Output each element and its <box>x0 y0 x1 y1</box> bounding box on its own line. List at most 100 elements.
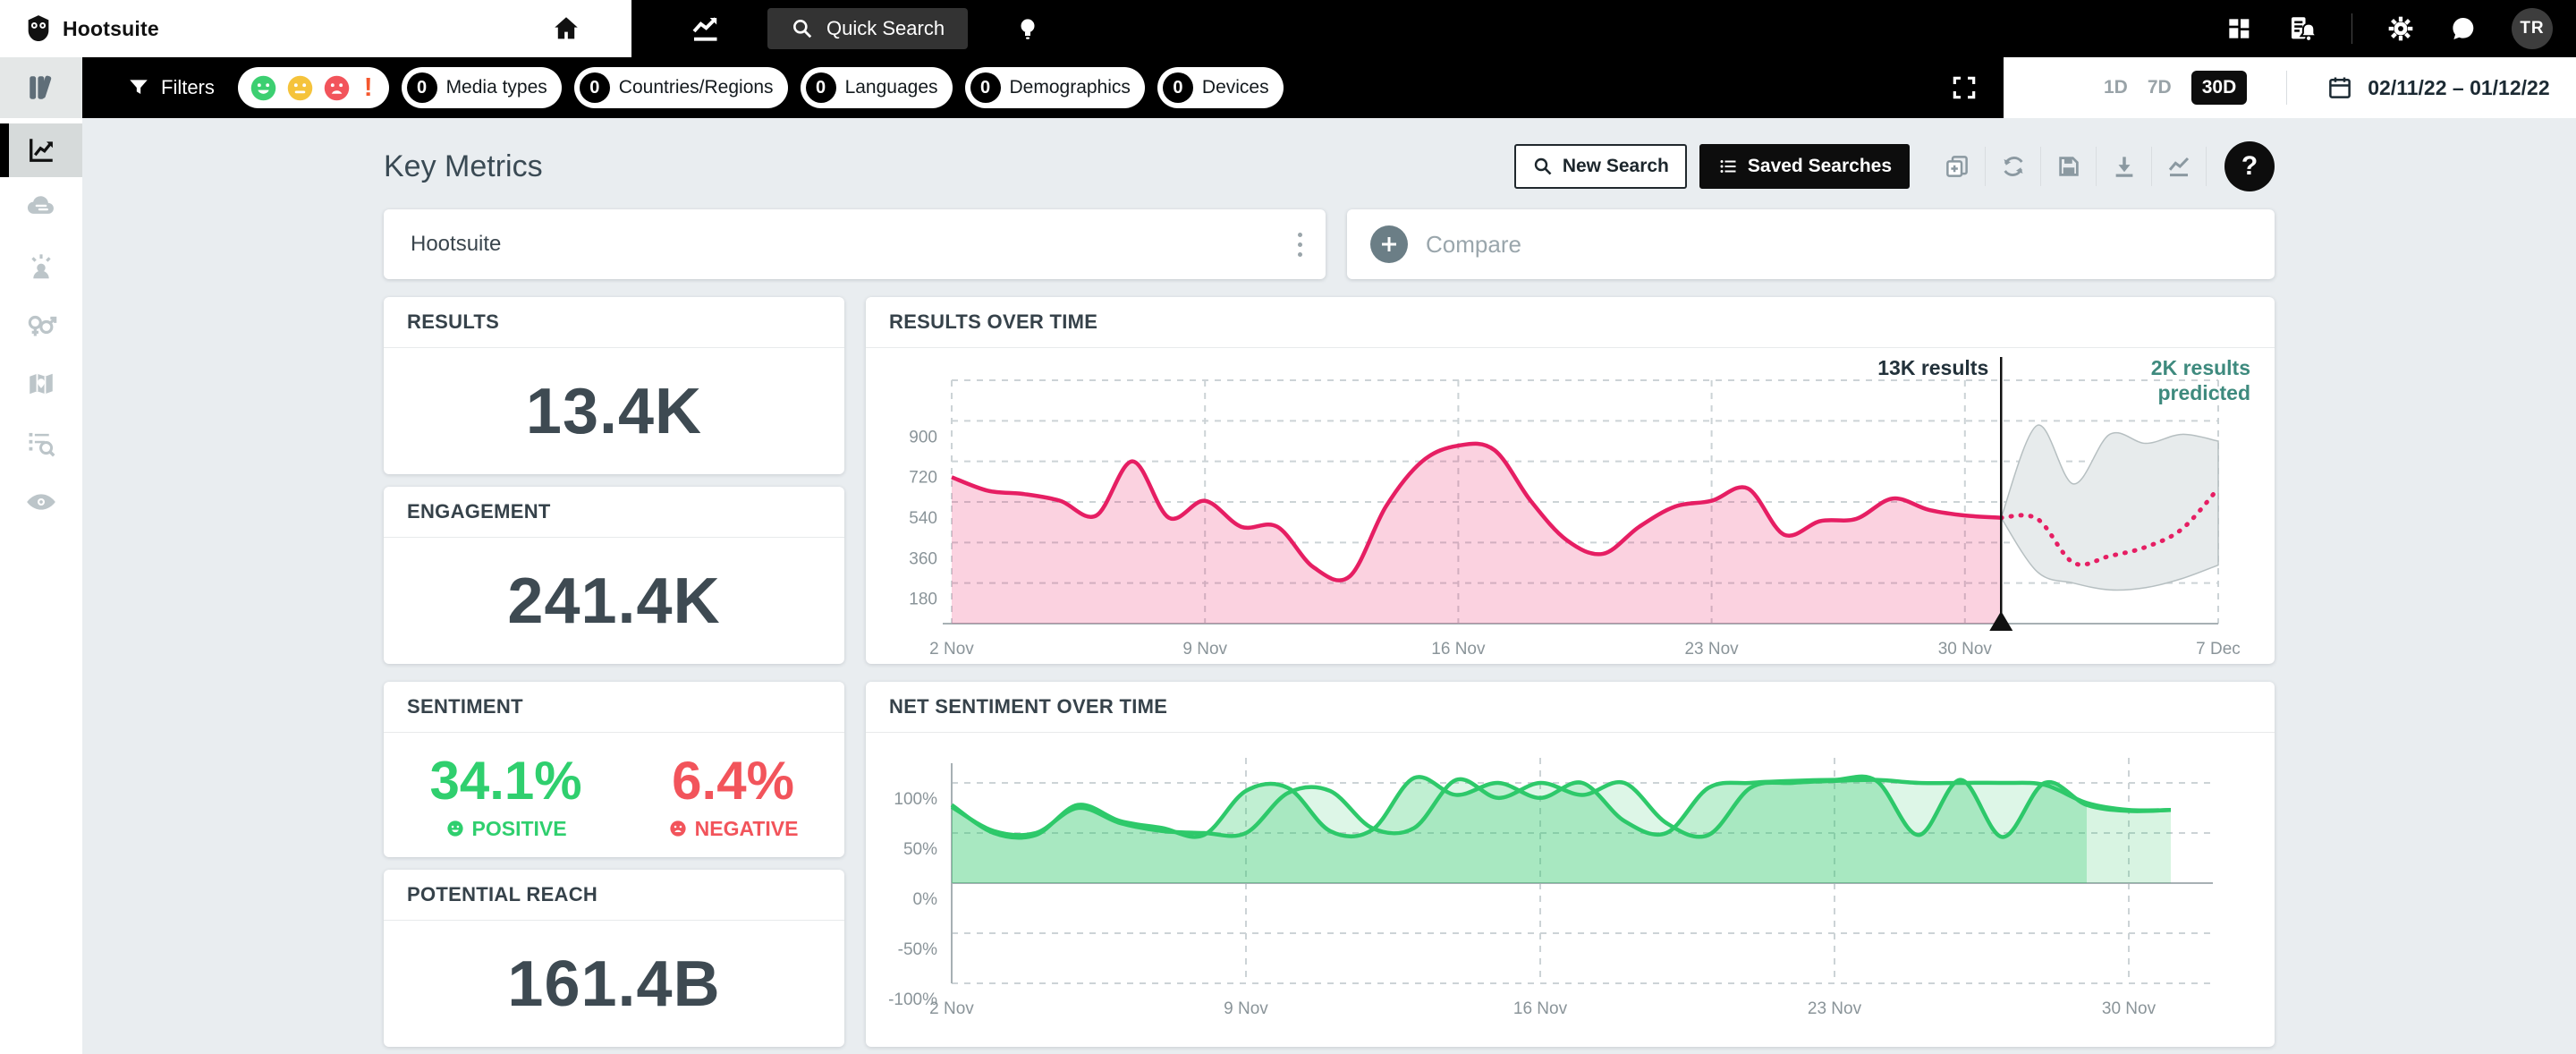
range-option-7d[interactable]: 7D <box>2148 77 2172 98</box>
refresh-button[interactable] <box>1985 147 2040 186</box>
topbar-dark-section: Quick Search TR <box>631 0 2576 57</box>
svg-text:13K results: 13K results <box>1877 356 1988 379</box>
sentiment-positive: 34.1% POSITIVE <box>429 750 581 841</box>
sidebar-item-influencers[interactable] <box>0 236 82 295</box>
gender-icon <box>23 307 59 343</box>
filter-chip-devices[interactable]: 0 Devices <box>1157 67 1284 108</box>
search-icon <box>791 17 814 40</box>
toolbar-icon-strip <box>1929 147 2207 186</box>
sidebar-item-library[interactable] <box>0 57 82 118</box>
fullscreen-icon[interactable] <box>1950 73 1979 102</box>
add-to-board-button[interactable] <box>1929 147 1985 186</box>
calendar-icon[interactable] <box>2326 74 2353 101</box>
svg-text:7 Dec: 7 Dec <box>2196 640 2241 659</box>
exclamation-icon: ! <box>363 72 373 102</box>
svg-text:720: 720 <box>909 469 937 488</box>
chip-count-badge: 0 <box>406 72 437 103</box>
svg-text:2 Nov: 2 Nov <box>929 999 974 1018</box>
sidebar-item-monitor[interactable] <box>0 472 82 531</box>
svg-text:30 Nov: 30 Nov <box>2102 999 2157 1018</box>
svg-text:180: 180 <box>909 591 937 609</box>
new-search-button[interactable]: New Search <box>1513 144 1687 189</box>
notifications-icon[interactable] <box>2287 13 2318 44</box>
search-query-box[interactable]: Hootsuite <box>384 209 1326 279</box>
search-query-text[interactable]: Hootsuite <box>411 232 1292 257</box>
range-option-30d-selected[interactable]: 30D <box>2190 71 2248 105</box>
sentiment-filter-pill[interactable]: ! <box>237 67 389 108</box>
sidebar-item-word-cloud[interactable] <box>0 177 82 236</box>
svg-text:-50%: -50% <box>898 940 937 959</box>
chip-count-badge: 0 <box>970 72 1001 103</box>
sidebar-item-key-metrics[interactable] <box>0 123 82 177</box>
time-range-panel: 1D 7D 30D 02/11/22 – 01/12/22 <box>2004 57 2576 118</box>
neutral-face-icon <box>285 73 315 103</box>
engagement-card: ENGAGEMENT 241.4K <box>384 487 844 664</box>
plus-circle-icon <box>1370 225 1408 263</box>
filters-button[interactable]: Filters <box>127 76 215 99</box>
svg-text:540: 540 <box>909 509 937 528</box>
svg-text:360: 360 <box>909 549 937 568</box>
chip-count-badge: 0 <box>579 72 610 103</box>
svg-text:50%: 50% <box>903 840 937 859</box>
results-over-time-chart: 180 360 540 720 900 2 Nov 9 Nov 16 Nov 23 Nov 30 … <box>909 356 2250 659</box>
download-button[interactable] <box>2096 147 2151 186</box>
happy-face-icon <box>249 73 278 103</box>
results-over-time-title: RESULTS OVER TIME <box>866 297 2275 348</box>
net-sentiment-over-time-chart: 100%50%0%-50%-100%2 Nov 9 Nov 16 Nov 23 Nov… <box>888 758 2213 1018</box>
help-button[interactable]: ? <box>2224 141 2275 191</box>
date-range[interactable]: 02/11/22 – 01/12/22 <box>2368 76 2549 100</box>
results-card-title: RESULTS <box>384 297 844 348</box>
positive-label: POSITIVE <box>471 816 567 840</box>
negative-label: NEGATIVE <box>694 816 799 840</box>
sentiment-negative: 6.4% NEGATIVE <box>668 750 799 841</box>
search-icon <box>1532 156 1554 177</box>
sidebar-item-demographics[interactable] <box>0 295 82 354</box>
page-actions: New Search Saved Searches ? <box>1513 141 2275 191</box>
hootsuite-logo[interactable]: Hootsuite <box>23 13 159 44</box>
save-button[interactable] <box>2040 147 2096 186</box>
apps-grid-icon[interactable] <box>2224 14 2253 43</box>
topbar-divider <box>2351 13 2352 44</box>
sidebar-item-themes[interactable] <box>0 413 82 472</box>
word-cloud-icon <box>24 190 58 224</box>
topbar-right-icons: TR <box>2224 8 2576 49</box>
chat-icon[interactable] <box>2449 14 2478 43</box>
saved-searches-button[interactable]: Saved Searches <box>1699 144 1910 189</box>
listening-trend-icon[interactable] <box>689 13 721 45</box>
negative-value: 6.4% <box>672 750 794 811</box>
kebab-menu-icon[interactable] <box>1292 227 1308 262</box>
quick-search-button[interactable]: Quick Search <box>767 8 969 49</box>
frown-icon <box>668 819 688 838</box>
line-chart-icon <box>25 134 57 166</box>
sad-face-icon <box>322 73 352 103</box>
sidebar-item-map[interactable] <box>0 354 82 413</box>
filter-chip-countries[interactable]: 0 Countries/Regions <box>573 67 788 108</box>
sentiment-card-title: SENTIMENT <box>384 682 844 733</box>
query-accent-underline <box>384 272 1326 279</box>
page-title: Key Metrics <box>384 149 543 183</box>
home-icon[interactable] <box>551 13 581 44</box>
top-bar: Hootsuite Quick Search TR <box>0 0 2576 57</box>
smiley-icon <box>445 819 465 838</box>
svg-text:9 Nov: 9 Nov <box>1224 999 1268 1018</box>
potential-reach-value: 161.4B <box>507 948 721 1020</box>
filter-chip-media-types[interactable]: 0 Media types <box>401 67 562 108</box>
quick-search-label: Quick Search <box>826 17 945 39</box>
owl-logo-icon <box>23 13 54 44</box>
trend-view-button[interactable] <box>2151 147 2207 186</box>
gear-icon[interactable] <box>2386 14 2415 43</box>
key-metrics-page: Key Metrics New Search Saved Searches ? … <box>384 118 2275 1047</box>
lightbulb-icon[interactable] <box>1014 15 1041 42</box>
books-icon <box>25 72 57 104</box>
avatar[interactable]: TR <box>2512 8 2553 49</box>
filter-chip-demographics[interactable]: 0 Demographics <box>964 67 1145 108</box>
filter-chip-languages[interactable]: 0 Languages <box>800 67 953 108</box>
range-option-1d[interactable]: 1D <box>2104 77 2128 98</box>
engagement-card-title: ENGAGEMENT <box>384 487 844 538</box>
eye-icon <box>23 484 59 520</box>
compare-label: Compare <box>1426 230 1521 258</box>
compare-box[interactable]: Compare <box>1347 209 2275 279</box>
svg-text:23 Nov: 23 Nov <box>1808 999 1862 1018</box>
chip-count-badge: 0 <box>805 72 836 103</box>
net-sentiment-over-time-card: NET SENTIMENT OVER TIME 100% 50% 0% -50% -10… <box>866 682 2275 1047</box>
